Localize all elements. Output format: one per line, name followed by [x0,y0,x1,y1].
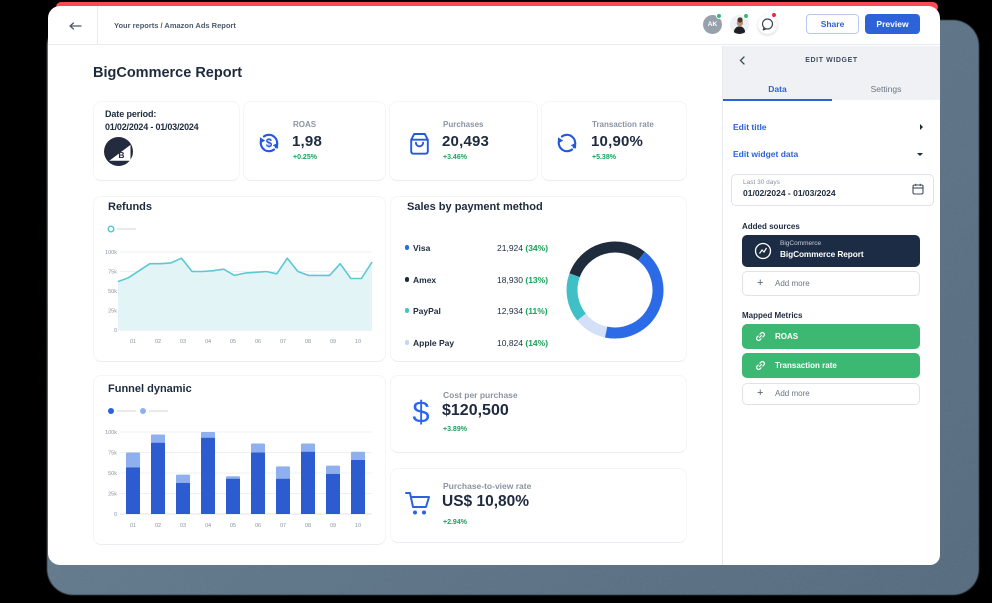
svg-text:B: B [118,150,124,160]
svg-text:05: 05 [230,339,236,345]
svg-text:100k: 100k [105,430,117,436]
svg-text:01: 01 [130,523,136,529]
svg-text:08: 08 [305,339,311,345]
svg-text:03: 03 [180,339,186,345]
svg-text:50k: 50k [108,289,117,295]
svg-text:75k: 75k [108,270,117,276]
svg-text:07: 07 [280,339,286,345]
svg-text:09: 09 [330,339,336,345]
svg-text:0: 0 [114,512,117,518]
svg-text:07: 07 [280,523,286,529]
svg-text:75k: 75k [108,451,117,457]
svg-text:10: 10 [355,339,361,345]
svg-text:06: 06 [255,339,261,345]
svg-text:02: 02 [155,339,161,345]
svg-text:10: 10 [355,523,361,529]
svg-text:50k: 50k [108,471,117,477]
svg-text:09: 09 [330,523,336,529]
svg-text:01: 01 [130,339,136,345]
svg-text:02: 02 [155,523,161,529]
svg-text:04: 04 [205,523,211,529]
svg-text:100k: 100k [105,250,117,256]
svg-text:04: 04 [205,339,211,345]
svg-text:08: 08 [305,523,311,529]
svg-text:0: 0 [114,328,117,334]
svg-text:06: 06 [255,523,261,529]
svg-text:25k: 25k [108,492,117,498]
svg-text:$: $ [266,138,273,150]
svg-text:25k: 25k [108,309,117,315]
svg-text:03: 03 [180,523,186,529]
svg-text:05: 05 [230,523,236,529]
svg-text:$: $ [412,395,429,429]
